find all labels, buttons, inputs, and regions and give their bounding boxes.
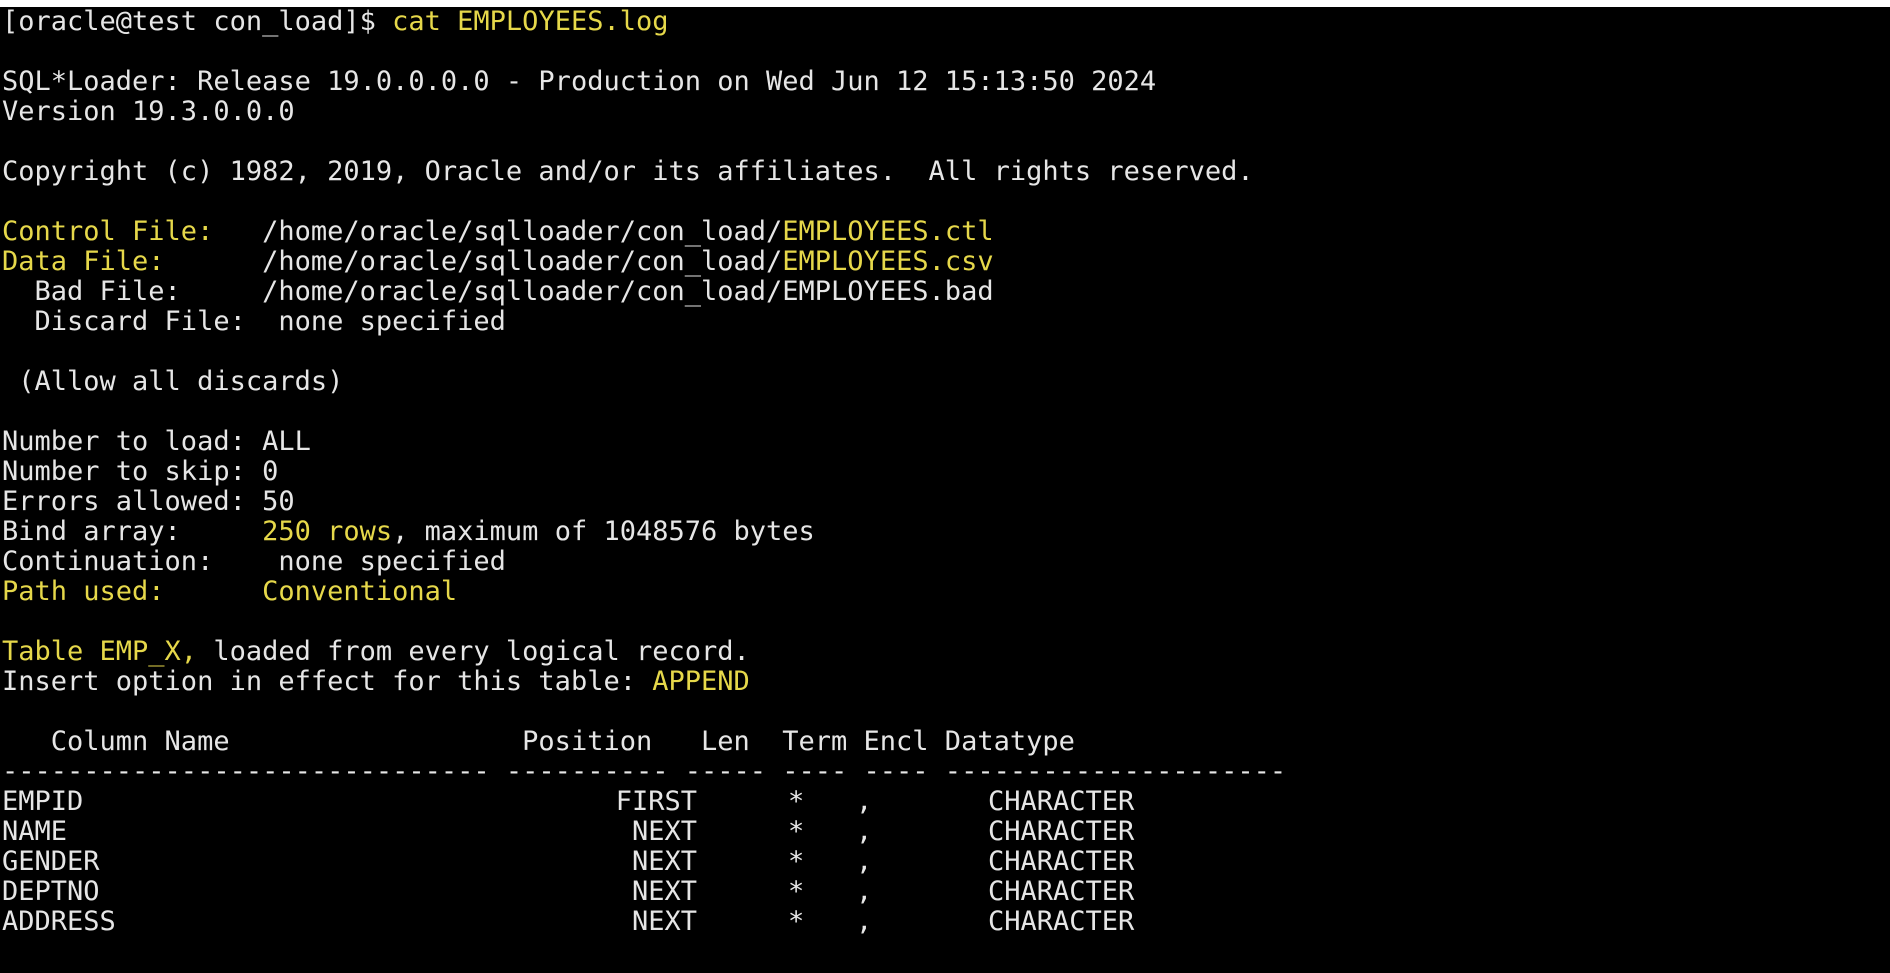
- copyright-line: Copyright (c) 1982, 2019, Oracle and/or …: [2, 156, 1254, 187]
- column-datatype: CHARACTER: [988, 876, 1135, 907]
- column-position: NEXT: [631, 846, 697, 877]
- column-position: FIRST: [615, 786, 697, 817]
- terminal-output[interactable]: [oracle@test con_load]$ cat EMPLOYEES.lo…: [0, 7, 1890, 973]
- data-file-line: Data File: /home/oracle/sqlloader/con_lo…: [2, 247, 1890, 277]
- continuation-line: Continuation: none specified: [2, 546, 506, 577]
- column-row: GENDER NEXT *, CHARACTER: [2, 847, 1890, 877]
- column-datatype: CHARACTER: [988, 786, 1135, 817]
- bind-array-rest: , maximum of 1048576 bytes: [392, 516, 815, 547]
- data-file-path: /home/oracle/sqlloader/con_load/: [164, 246, 783, 277]
- bind-array-line: Bind array: 250 rows, maximum of 1048576…: [2, 517, 1890, 547]
- number-to-load-line: Number to load: ALL: [2, 426, 311, 457]
- window-top-border: [0, 0, 1890, 7]
- shell-prompt: [oracle@test con_load]$: [2, 7, 393, 37]
- number-to-skip-line: Number to skip: 0: [2, 456, 279, 487]
- prompt-line: [oracle@test con_load]$ cat EMPLOYEES.lo…: [2, 7, 1890, 37]
- path-used-value: Conventional: [262, 576, 458, 607]
- control-file-path: /home/oracle/sqlloader/con_load/: [213, 216, 783, 247]
- column-row: DEPTNO NEXT *, CHARACTER: [2, 877, 1890, 907]
- data-file-name: EMPLOYEES.csv: [782, 246, 994, 277]
- column-len: *: [788, 906, 805, 937]
- column-datatype: CHARACTER: [988, 816, 1135, 847]
- column-datatype: CHARACTER: [988, 846, 1135, 877]
- column-name: GENDER: [2, 846, 100, 877]
- allow-discards-line: (Allow all discards): [2, 366, 344, 397]
- bind-array-label: Bind array:: [2, 516, 263, 547]
- column-len: *: [788, 876, 805, 907]
- version-line: Version 19.3.0.0.0: [2, 96, 295, 127]
- column-len: *: [788, 816, 805, 847]
- bad-file-line: Bad File: /home/oracle/sqlloader/con_loa…: [2, 276, 994, 307]
- path-used-label: Path used:: [2, 576, 263, 607]
- column-term: ,: [856, 816, 873, 847]
- table-name: Table EMP_X,: [2, 636, 198, 667]
- control-file-label: Control File:: [2, 216, 214, 247]
- column-term: ,: [856, 876, 873, 907]
- table-loaded-text: loaded from every logical record.: [197, 636, 750, 667]
- column-row: NAME NEXT *, CHARACTER: [2, 817, 1890, 847]
- errors-allowed-line: Errors allowed: 50: [2, 486, 295, 517]
- column-position: NEXT: [631, 816, 697, 847]
- control-file-line: Control File: /home/oracle/sqlloader/con…: [2, 217, 1890, 247]
- bind-array-rows: 250 rows: [262, 516, 393, 547]
- path-used-line: Path used: Conventional: [2, 577, 1890, 607]
- column-row: EMPID FIRST *, CHARACTER: [2, 787, 1890, 817]
- insert-option-value: APPEND: [652, 666, 750, 697]
- insert-option-line: Insert option in effect for this table: …: [2, 667, 1890, 697]
- release-line: SQL*Loader: Release 19.0.0.0.0 - Product…: [2, 66, 1157, 97]
- column-row: ADDRESS NEXT *, CHARACTER: [2, 907, 1890, 937]
- column-name: EMPID: [2, 786, 84, 817]
- column-position: NEXT: [631, 906, 697, 937]
- shell-command: cat EMPLOYEES.log: [392, 7, 669, 37]
- column-position: NEXT: [631, 876, 697, 907]
- discard-file-line: Discard File: none specified: [2, 306, 506, 337]
- column-name: ADDRESS: [2, 906, 116, 937]
- column-header-line: Column Name Position Len Term Encl Datat…: [2, 726, 1075, 757]
- column-name: DEPTNO: [2, 876, 100, 907]
- column-term: ,: [856, 906, 873, 937]
- insert-option-label: Insert option in effect for this table:: [2, 666, 653, 697]
- column-term: ,: [856, 846, 873, 877]
- column-header-rule: ------------------------------ ---------…: [2, 756, 1287, 787]
- column-name: NAME: [2, 816, 68, 847]
- column-term: ,: [856, 786, 873, 817]
- column-datatype: CHARACTER: [988, 906, 1135, 937]
- column-len: *: [788, 846, 805, 877]
- data-file-label: Data File:: [2, 246, 165, 277]
- table-line: Table EMP_X, loaded from every logical r…: [2, 637, 1890, 667]
- column-list: EMPID FIRST *, CHARACTER NAME NEXT *, CHARACTER…: [2, 787, 1890, 937]
- control-file-name: EMPLOYEES.ctl: [782, 216, 994, 247]
- column-len: *: [788, 786, 805, 817]
